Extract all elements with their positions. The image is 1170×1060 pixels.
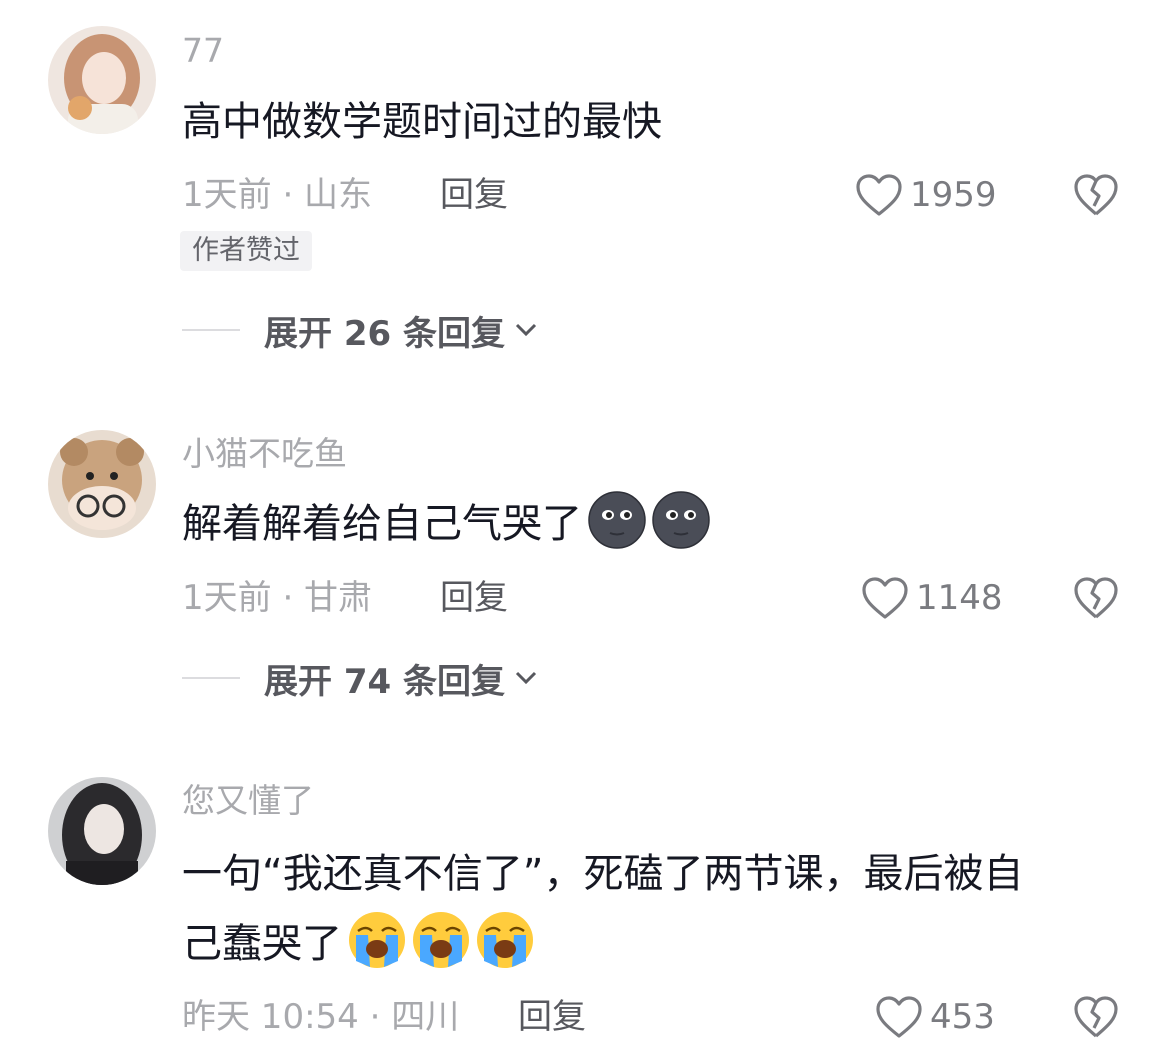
expand-replies-label: 展开 74 条回复: [264, 661, 505, 702]
username[interactable]: 小猫不吃鱼: [182, 434, 347, 474]
avatar[interactable]: [48, 26, 156, 134]
avatar[interactable]: [48, 430, 156, 538]
broken-heart-icon[interactable]: [1072, 172, 1120, 218]
author-liked-badge: 作者赞过: [180, 231, 312, 271]
time-location: 昨天 10:54 · 四川: [182, 997, 460, 1037]
username[interactable]: 77: [182, 31, 224, 71]
loudly-crying-face-emoji: [477, 912, 533, 968]
heart-outline-icon: [856, 174, 902, 216]
reply-button[interactable]: 回复: [440, 577, 508, 619]
heart-outline-icon: [862, 577, 908, 619]
loudly-crying-face-emoji: [349, 912, 405, 968]
heart-outline-icon: [876, 996, 922, 1038]
like-count: 1959: [910, 175, 997, 215]
chevron-down-icon: [515, 671, 537, 685]
avatar[interactable]: [48, 777, 156, 885]
like-count: 1148: [916, 578, 1003, 618]
chevron-down-icon: [515, 323, 537, 337]
comment-text: 高中做数学题时间过的最快: [182, 99, 662, 145]
like-count: 453: [930, 997, 995, 1037]
comment-text-line: 己蠢哭了: [182, 910, 1122, 978]
expand-replies-button[interactable]: 展开 74 条回复: [182, 656, 539, 702]
expand-replies-button[interactable]: 展开 26 条回复: [182, 308, 539, 354]
like-button[interactable]: 1959: [854, 174, 997, 216]
comment-text-content: 己蠢哭了: [182, 921, 342, 967]
like-button[interactable]: 1148: [860, 577, 1003, 619]
divider: [182, 677, 240, 679]
broken-heart-icon[interactable]: [1072, 575, 1120, 621]
like-button[interactable]: 453: [874, 996, 995, 1038]
comment-text: 解着解着给自己气哭了: [182, 490, 1122, 558]
new-moon-face-emoji: [652, 491, 710, 549]
new-moon-face-emoji: [588, 491, 646, 549]
expand-replies-label: 展开 26 条回复: [264, 313, 505, 354]
loudly-crying-face-emoji: [413, 912, 469, 968]
divider: [182, 329, 240, 331]
reply-button[interactable]: 回复: [440, 174, 508, 216]
username[interactable]: 您又懂了: [182, 781, 314, 821]
comment-text-content: 解着解着给自己气哭了: [182, 501, 582, 547]
comment-text-line: 一句“我还真不信了”，死磕了两节课，最后被自: [182, 851, 1024, 897]
time-location: 1天前 · 甘肃: [182, 578, 373, 618]
time-location: 1天前 · 山东: [182, 175, 373, 215]
broken-heart-icon[interactable]: [1072, 994, 1120, 1040]
reply-button[interactable]: 回复: [518, 996, 586, 1038]
